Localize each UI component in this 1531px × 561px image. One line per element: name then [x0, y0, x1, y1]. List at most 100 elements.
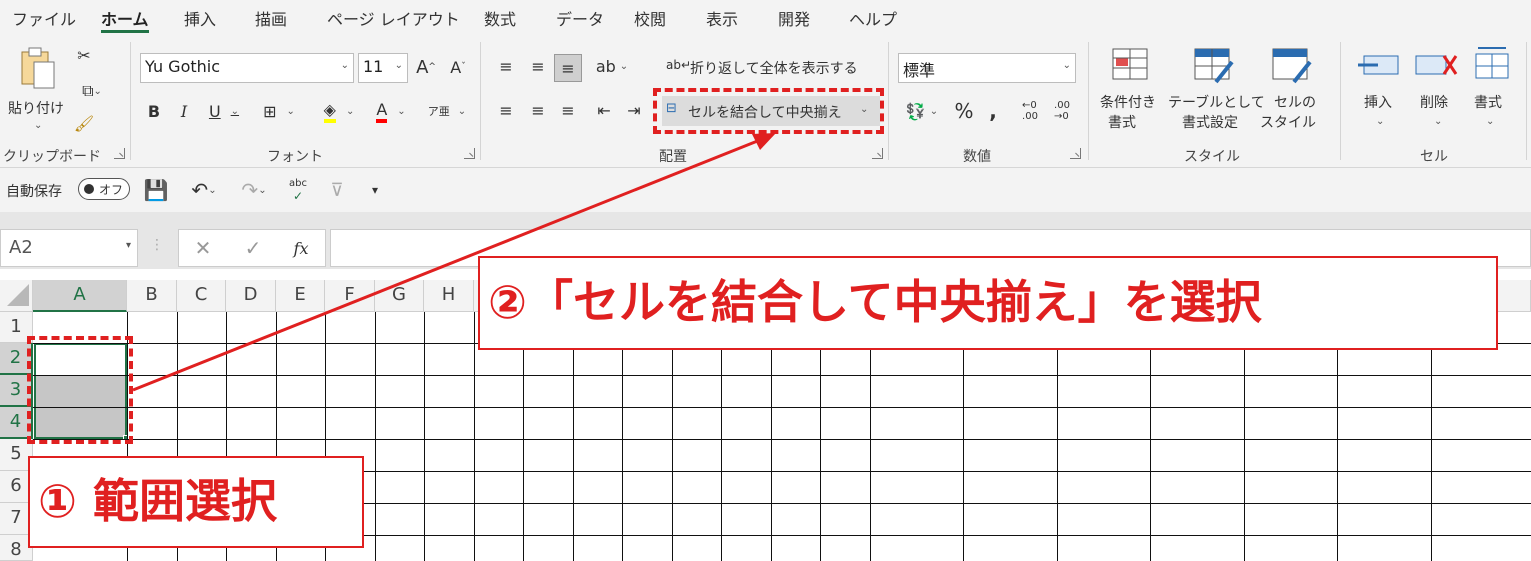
- selection-highlight: [27, 336, 133, 444]
- step2-callout: ②「セルを結合して中央揃え」を選択: [478, 256, 1498, 350]
- borders-icon[interactable]: ⊞ ⌄: [256, 98, 302, 124]
- wrap-text-icon: ab↵: [666, 58, 692, 72]
- font-group-label: フォント: [267, 149, 323, 165]
- delete-cells-button[interactable]: 削除 ⌄: [1410, 46, 1466, 136]
- cell-styles-label-2: スタイル: [1260, 115, 1316, 131]
- font-name-value: Yu Gothic: [145, 57, 221, 76]
- increase-decimal-icon[interactable]: ←0.00: [1018, 98, 1042, 124]
- clear-filter-icon[interactable]: ⊽: [324, 178, 350, 202]
- save-icon[interactable]: 💾: [144, 178, 169, 202]
- tab-help[interactable]: ヘルプ: [849, 6, 897, 30]
- italic-icon[interactable]: I: [174, 98, 194, 124]
- align-center-icon[interactable]: ≡: [526, 98, 550, 122]
- format-as-table-button[interactable]: テーブルとして 書式設定: [1166, 46, 1265, 136]
- active-tab-indicator: [101, 30, 149, 33]
- autosave-toggle[interactable]: オフ: [78, 178, 130, 200]
- column-header-e[interactable]: E: [276, 280, 325, 312]
- dialog-launcher-icon[interactable]: [1070, 148, 1081, 159]
- font-size-value: 11: [363, 57, 384, 76]
- fill-color-icon[interactable]: ◈ ⌄: [316, 98, 362, 124]
- format-cells-button[interactable]: 書式 ⌄: [1468, 46, 1518, 136]
- wrap-text-button[interactable]: ab↵ 折り返して全体を表示する: [666, 56, 876, 80]
- conditional-formatting-label-2: 書式: [1108, 115, 1136, 131]
- undo-icon[interactable]: ↶ ⌄: [184, 178, 224, 202]
- column-header-h[interactable]: H: [424, 280, 474, 312]
- phonetic-guide-icon[interactable]: ア亜 ⌄: [424, 98, 470, 124]
- tab-draw[interactable]: 描画: [255, 6, 287, 30]
- tab-page-layout[interactable]: ページ レイアウト: [327, 6, 460, 30]
- orientation-icon[interactable]: ab ⌄: [592, 54, 632, 78]
- tab-insert[interactable]: 挿入: [184, 6, 216, 30]
- tab-developer[interactable]: 開発: [778, 6, 810, 30]
- grid-line: [33, 439, 1531, 440]
- accounting-format-icon[interactable]: 💱 ⌄: [900, 98, 944, 124]
- decrease-indent-icon[interactable]: ⇤: [592, 98, 616, 122]
- name-box[interactable]: A2 ▾: [0, 229, 138, 267]
- tab-formulas[interactable]: 数式: [484, 6, 516, 30]
- tab-home[interactable]: ホーム: [101, 6, 149, 30]
- insert-cells-button[interactable]: 挿入 ⌄: [1352, 46, 1408, 136]
- spelling-icon[interactable]: abc ✓: [286, 176, 310, 204]
- percent-style-icon[interactable]: %: [952, 98, 976, 124]
- font-size-select[interactable]: 11 ⌄: [358, 53, 408, 83]
- number-format-select[interactable]: 標準 ⌄: [898, 53, 1076, 83]
- decrease-decimal-icon[interactable]: .00 →0: [1050, 98, 1074, 124]
- enter-icon[interactable]: ✓: [241, 236, 265, 260]
- column-header-g[interactable]: G: [375, 280, 424, 312]
- column-header-c[interactable]: C: [177, 280, 226, 312]
- tab-data[interactable]: データ: [556, 6, 604, 30]
- menu-bar: ファイル ホーム 挿入 描画 ページ レイアウト 数式 データ 校閲 表示 開発…: [0, 0, 1531, 36]
- column-header-b[interactable]: B: [127, 280, 177, 312]
- dialog-launcher-icon[interactable]: [114, 148, 125, 159]
- copy-icon[interactable]: ⧉ ⌄: [72, 80, 112, 102]
- clipboard-icon: [21, 47, 55, 89]
- select-all-triangle-icon: [7, 284, 29, 306]
- tab-review[interactable]: 校閲: [634, 6, 666, 30]
- tab-view[interactable]: 表示: [706, 6, 738, 30]
- paste-label: 貼り付け: [8, 101, 64, 117]
- tab-file[interactable]: ファイル: [12, 6, 76, 30]
- paste-button[interactable]: 貼り付け ⌄: [6, 44, 66, 134]
- chevron-down-icon: ⌄: [394, 60, 403, 71]
- formula-bar-grip-icon: ⋮: [150, 237, 164, 253]
- grid-line: [375, 312, 376, 561]
- cancel-icon[interactable]: ✕: [191, 236, 215, 260]
- align-right-icon[interactable]: ≡: [556, 98, 580, 122]
- autosave-state: オフ: [99, 183, 124, 197]
- cut-icon[interactable]: ✂: [74, 44, 94, 66]
- bold-icon[interactable]: B: [144, 98, 164, 124]
- redo-icon[interactable]: ↷ ⌄: [234, 178, 274, 202]
- select-all-corner[interactable]: [0, 280, 33, 312]
- decrease-font-size-icon[interactable]: Aˇ: [446, 54, 470, 80]
- column-header-d[interactable]: D: [226, 280, 276, 312]
- increase-font-size-icon[interactable]: A ^: [414, 54, 438, 80]
- align-left-icon[interactable]: ≡: [494, 98, 518, 122]
- font-color-icon[interactable]: A ⌄: [368, 98, 414, 124]
- chevron-down-icon: ⌄: [1062, 60, 1071, 71]
- column-header-f[interactable]: F: [325, 280, 375, 312]
- increase-indent-icon[interactable]: ⇥: [622, 98, 646, 122]
- format-painter-icon[interactable]: 🖌: [72, 112, 96, 134]
- comma-style-icon[interactable]: ,: [984, 98, 1002, 124]
- chevron-down-icon: ⌄: [34, 120, 43, 131]
- group-divider: [480, 42, 481, 160]
- cell-styles-icon: [1272, 48, 1312, 84]
- insert-function-icon[interactable]: fx: [289, 236, 313, 260]
- align-top-icon[interactable]: ≡: [494, 54, 518, 78]
- alignment-group-label: 配置: [659, 149, 687, 165]
- dialog-launcher-icon[interactable]: [872, 148, 883, 159]
- column-header-a[interactable]: A: [33, 280, 127, 312]
- underline-icon[interactable]: U ⌄: [204, 98, 244, 124]
- conditional-formatting-label: 条件付き: [1100, 95, 1156, 111]
- delete-cells-label: 削除: [1420, 95, 1448, 111]
- clipboard-group-label: クリップボード: [3, 149, 101, 165]
- font-name-select[interactable]: Yu Gothic ⌄: [140, 53, 354, 83]
- align-middle-icon[interactable]: ≡: [526, 54, 550, 78]
- conditional-formatting-button[interactable]: 条件付き 書式: [1098, 46, 1164, 136]
- dialog-launcher-icon[interactable]: [464, 148, 475, 159]
- format-cells-icon: [1475, 47, 1509, 79]
- customize-qat-icon[interactable]: ▾: [366, 178, 384, 202]
- cell-styles-button[interactable]: セルの スタイル: [1260, 46, 1330, 136]
- group-divider: [1088, 42, 1089, 160]
- align-bottom-icon[interactable]: ≡: [554, 54, 582, 82]
